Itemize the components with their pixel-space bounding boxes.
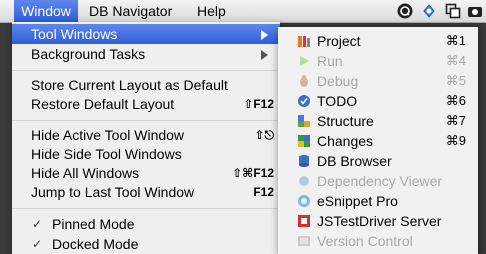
structure-icon (298, 115, 310, 127)
menu-item-hide-active[interactable]: Hide Active Tool Window ⇧⎋ (12, 125, 280, 145)
submenu-item-project[interactable]: Project ⌘1 (278, 31, 478, 51)
menu-item-store-layout[interactable]: Store Current Layout as Default (12, 75, 280, 95)
submenu-item-jstestdriver[interactable]: JSTestDriver Server (278, 211, 478, 231)
submenu-item-label: TODO (317, 93, 358, 109)
submenu-item-label: JSTestDriver Server (317, 213, 442, 229)
window-menu: Tool Windows Background Tasks Store Curr… (12, 22, 280, 254)
menu-item-shortcut: ⇧⌘F12 (232, 166, 274, 180)
menu-item-label: Hide Active Tool Window (31, 127, 185, 143)
dependency-icon (299, 176, 309, 186)
db-browser-icon (299, 155, 309, 167)
menu-item-tool-windows[interactable]: Tool Windows (12, 24, 280, 44)
menu-item-label: Hide All Windows (31, 165, 140, 181)
menu-help[interactable]: Help (197, 0, 226, 22)
submenu-item-label: Changes (317, 133, 374, 149)
menu-item-label: Restore Default Layout (31, 96, 175, 112)
submenu-item-label: DB Browser (317, 153, 392, 169)
menu-item-label: Store Current Layout as Default (31, 77, 228, 93)
submenu-item-esnippet[interactable]: eSnippet Pro (278, 191, 478, 211)
submenu-item-db-browser[interactable]: DB Browser (278, 151, 478, 171)
camera-icon[interactable] (466, 2, 484, 20)
menu-item-label: Background Tasks (31, 46, 146, 62)
menu-item-label: Hide Side Tool Windows (31, 146, 182, 162)
changes-icon (298, 135, 310, 147)
menu-item-background-tasks[interactable]: Background Tasks (12, 44, 280, 64)
submenu-item-label: Version Control (317, 233, 413, 249)
sync-icon[interactable] (420, 2, 438, 20)
submenu-item-shortcut: ⌘5 (445, 73, 466, 88)
todo-icon (298, 95, 310, 107)
menu-item-pinned-mode[interactable]: ✓ Pinned Mode (12, 214, 280, 234)
submenu-item-label: eSnippet Pro (317, 193, 398, 209)
menu-item-docked-mode[interactable]: ✓ Docked Mode (12, 234, 280, 254)
menu-item-shortcut: ⇧⎋ (254, 128, 274, 142)
submenu-item-todo[interactable]: TODO ⌘6 (278, 91, 478, 111)
tool-windows-submenu: Project ⌘1 Run ⌘4 Debug ⌘5 TODO ⌘6 Struc… (278, 27, 478, 254)
help-circle-icon[interactable] (396, 2, 414, 20)
submenu-item-dependency-viewer: Dependency Viewer (278, 171, 478, 191)
checkmark-icon: ✓ (32, 237, 43, 251)
submenu-item-structure[interactable]: Structure ⌘7 (278, 111, 478, 131)
jstestdriver-icon (298, 215, 310, 227)
menu-item-restore-layout[interactable]: Restore Default Layout ⇧F12 (12, 94, 280, 114)
run-icon (300, 56, 309, 66)
submenu-item-version-control: Version Control (278, 231, 478, 251)
project-icon (298, 36, 310, 47)
menu-item-label: Pinned Mode (52, 216, 135, 232)
submenu-item-shortcut: ⌘4 (445, 53, 466, 68)
menu-bar: Window DB Navigator Help (0, 0, 486, 23)
submenu-item-label: Dependency Viewer (317, 173, 443, 189)
window-switch-icon[interactable] (444, 2, 462, 20)
menu-item-hide-all[interactable]: Hide All Windows ⇧⌘F12 (12, 163, 280, 183)
submenu-item-shortcut: ⌘9 (445, 133, 466, 148)
checkmark-icon: ✓ (32, 217, 43, 231)
submenu-item-label: Run (317, 53, 343, 69)
menu-separator (12, 70, 280, 71)
menu-separator (12, 120, 280, 121)
menu-item-shortcut: F12 (253, 185, 274, 199)
submenu-item-shortcut: ⌘6 (445, 93, 466, 108)
menu-item-shortcut: ⇧F12 (243, 97, 274, 111)
submenu-item-run: Run ⌘4 (278, 51, 478, 71)
submenu-item-changes[interactable]: Changes ⌘9 (278, 131, 478, 151)
menu-item-jump-last[interactable]: Jump to Last Tool Window F12 (12, 182, 280, 202)
menu-item-label: Jump to Last Tool Window (31, 184, 195, 200)
submenu-item-label: Structure (317, 113, 374, 129)
submenu-item-shortcut: ⌘7 (445, 113, 466, 128)
version-control-icon (298, 236, 310, 246)
submenu-arrow-icon (261, 30, 268, 40)
menu-window[interactable]: Window (14, 0, 78, 22)
submenu-item-label: Project (317, 33, 361, 49)
submenu-item-debug: Debug ⌘5 (278, 71, 478, 91)
menu-db-navigator[interactable]: DB Navigator (89, 0, 172, 22)
debug-icon (300, 75, 308, 87)
submenu-item-shortcut: ⌘1 (445, 33, 466, 48)
menu-separator (12, 208, 280, 209)
submenu-arrow-icon (261, 50, 268, 60)
menu-item-hide-side[interactable]: Hide Side Tool Windows (12, 144, 280, 164)
submenu-item-label: Debug (317, 73, 359, 89)
esnippet-icon (298, 195, 310, 207)
menu-item-label: Docked Mode (52, 236, 139, 252)
menu-item-label: Tool Windows (31, 26, 118, 42)
